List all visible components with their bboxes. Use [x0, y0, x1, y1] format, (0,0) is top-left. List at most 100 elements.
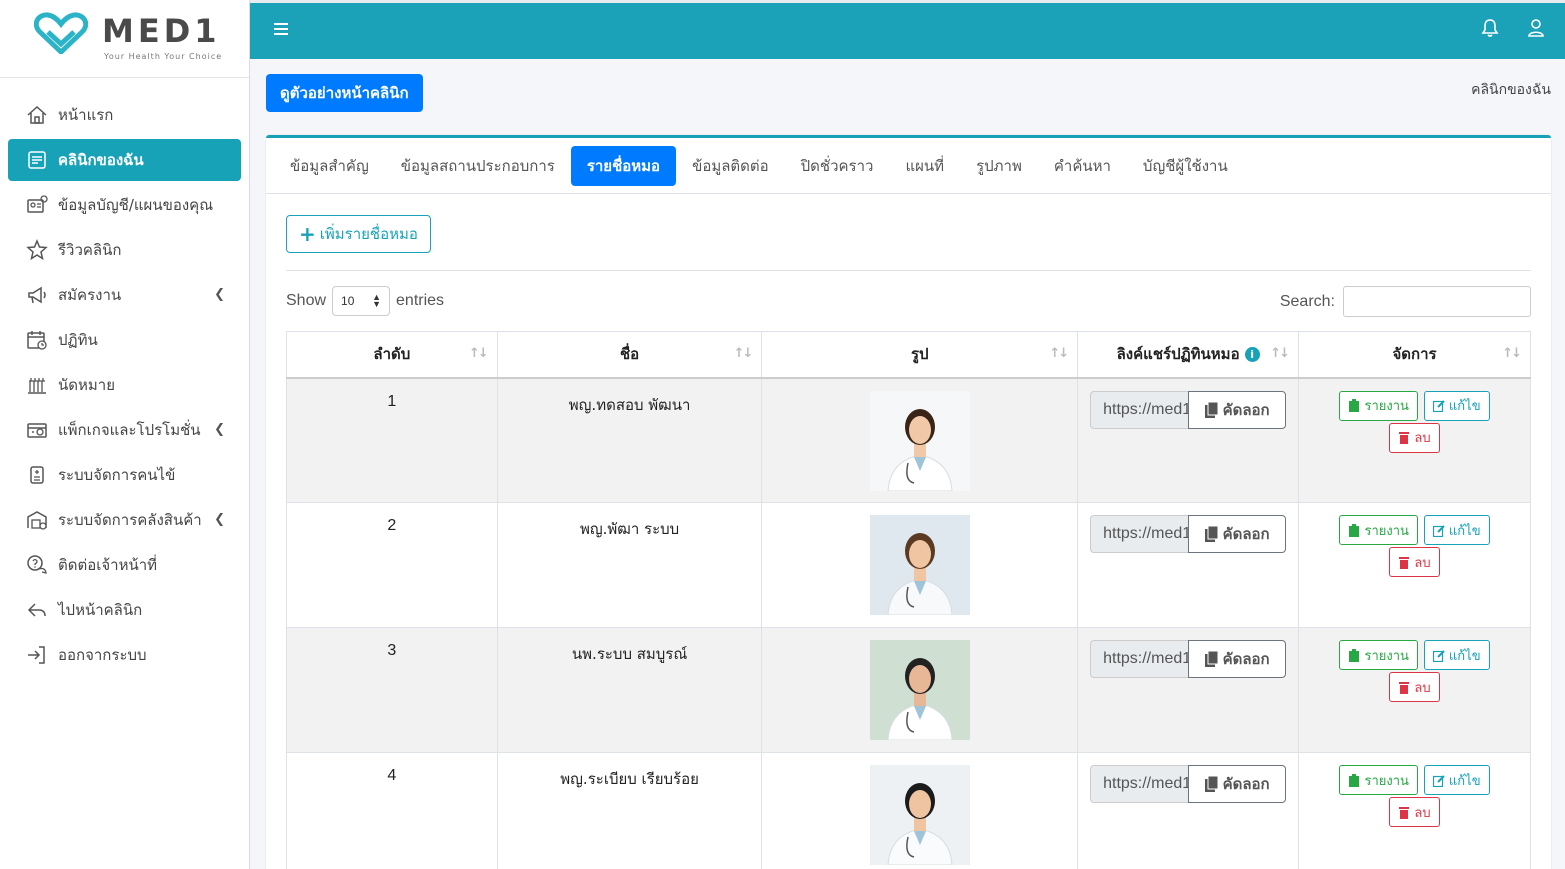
sort-icon: ↑↓ — [468, 346, 489, 361]
column-header-3[interactable]: ลิงค์แชร์ปฏิทินหมอ i ↑↓ — [1077, 331, 1300, 379]
sidebar-menu: หน้าแรกคลินิกของฉันข้อมูลบัญชี/แผนของคุณ… — [0, 78, 249, 676]
tab-0[interactable]: ข้อมูลสำคัญ — [274, 146, 385, 186]
sidebar-item-12[interactable]: ออกจากระบบ — [8, 634, 241, 676]
sidebar-item-3[interactable]: รีวิวคลินิก — [8, 229, 241, 271]
sort-icon: ↑↓ — [1049, 346, 1069, 361]
report-button[interactable]: รายงาน — [1339, 515, 1418, 545]
logo[interactable]: MED1 Your Health Your Choice — [0, 0, 249, 78]
edit-icon — [1432, 524, 1445, 537]
sidebar-item-9[interactable]: ระบบจัดการคลังสินค้า ❮ — [8, 499, 241, 541]
copy-button[interactable]: คัดลอก — [1188, 390, 1287, 429]
logout-icon — [24, 642, 50, 668]
package-icon — [24, 417, 50, 443]
copy-button[interactable]: คัดลอก — [1188, 640, 1287, 678]
photo-cell — [761, 752, 1079, 869]
column-header-0[interactable]: ลำดับ ↑↓ — [286, 331, 498, 379]
sidebar-item-label: นัดหมาย — [58, 376, 115, 394]
doctor-table: ลำดับ ↑↓ ชื่อ ↑↓ รูป ↑↓ ลิงค์แชร์ปฏิทินหมอ i ↑↓ จ… — [286, 331, 1531, 869]
share-link-field[interactable]: https://med1 — [1090, 765, 1189, 803]
delete-label: ลบ — [1414, 431, 1431, 446]
doctor-photo — [869, 640, 970, 740]
hamburger-menu-icon[interactable] — [272, 19, 292, 39]
tab-4[interactable]: ปิดชั่วคราว — [785, 146, 890, 186]
share-link-cell: https://med1 คัดลอก — [1077, 627, 1300, 753]
info-icon[interactable]: i — [1244, 347, 1260, 363]
edit-button[interactable]: แก้ไข — [1423, 515, 1490, 545]
actions-cell: รายงาน แก้ไขลบ — [1298, 502, 1531, 628]
entries-select[interactable]: 10 ▲ ▼ — [332, 286, 391, 316]
delete-label: ลบ — [1414, 555, 1431, 571]
clipboard-icon — [1349, 523, 1360, 537]
home-icon — [24, 102, 50, 128]
sidebar-item-7[interactable]: แพ็กเกจและโปรโมชั่น ❮ — [8, 409, 241, 451]
doctor-photo — [869, 390, 970, 491]
tab-7[interactable]: คำค้นหา — [1038, 146, 1127, 186]
sidebar-item-label: ปฏิทิน — [58, 331, 98, 349]
clinic-list-icon — [24, 147, 50, 173]
share-link-cell: https://med1 คัดลอก — [1077, 377, 1300, 503]
sidebar-item-4[interactable]: สมัครงาน ❮ — [8, 274, 241, 316]
delete-button[interactable]: ลบ — [1389, 547, 1440, 577]
heart-logo-icon — [34, 12, 88, 54]
table-row: 1 พญ.ทดสอบ พัฒนา https://med1 คัดลอก รายงาน แ… — [286, 377, 1531, 503]
copy-button[interactable]: คัดลอก — [1188, 515, 1287, 553]
tab-6[interactable]: รูปภาพ — [960, 146, 1038, 186]
delete-button[interactable]: ลบ — [1389, 797, 1440, 827]
copy-label: คัดลอก — [1222, 650, 1270, 668]
share-link-field[interactable]: https://med1 — [1090, 390, 1189, 429]
user-icon[interactable] — [1527, 18, 1545, 38]
share-link-group: https://med1 คัดลอก — [1090, 765, 1287, 803]
tab-3[interactable]: ข้อมูลติดต่อ — [676, 146, 785, 186]
report-button[interactable]: รายงาน — [1339, 390, 1418, 421]
sidebar-item-label: รีวิวคลินิก — [58, 241, 122, 259]
column-header-4[interactable]: จัดการ ↑↓ — [1298, 331, 1531, 379]
share-link-field[interactable]: https://med1 — [1090, 515, 1189, 553]
doctor-list-card: ข้อมูลสำคัญ ข้อมูลสถานประกอบการ รายชื่อหมอ… — [266, 135, 1551, 869]
sidebar-item-11[interactable]: ไปหน้าคลินิก — [8, 589, 241, 631]
tab-1[interactable]: ข้อมูลสถานประกอบการ — [385, 146, 571, 186]
add-doctor-button[interactable]: + เพิ่มรายชื่อหมอ — [286, 215, 431, 253]
entries-select-value: 10 — [341, 294, 355, 308]
bell-icon[interactable] — [1481, 18, 1499, 38]
column-header-1[interactable]: ชื่อ ↑↓ — [496, 331, 763, 379]
edit-button[interactable]: แก้ไข — [1423, 640, 1490, 670]
sidebar-item-5[interactable]: ปฏิทิน — [8, 319, 241, 361]
delete-button[interactable]: ลบ — [1389, 672, 1440, 702]
sidebar-item-10[interactable]: ติดต่อเจ้าหน้าที่ — [8, 544, 241, 586]
photo-cell — [761, 627, 1079, 753]
column-header-label: ลิงค์แชร์ปฏิทินหมอ — [1116, 345, 1240, 364]
add-doctor-label: เพิ่มรายชื่อหมอ — [319, 225, 418, 243]
edit-button[interactable]: แก้ไข — [1423, 765, 1490, 795]
actions-cell: รายงาน แก้ไข ลบ — [1298, 627, 1531, 753]
copy-button[interactable]: คัดลอก — [1188, 765, 1287, 803]
actions-cell: รายงาน แก้ไข ลบ — [1298, 752, 1531, 869]
sidebar-item-6[interactable]: นัดหมาย — [8, 364, 241, 406]
star-icon — [24, 237, 50, 263]
sidebar: MED1 Your Health Your Choice หน้าแรกคลิน… — [0, 0, 250, 869]
report-button[interactable]: รายงาน — [1339, 765, 1418, 795]
tab-5[interactable]: แผนที่ — [889, 146, 960, 186]
sidebar-item-label: หน้าแรก — [58, 106, 114, 124]
search-input[interactable] — [1343, 286, 1531, 317]
delete-button[interactable]: ลบ — [1389, 422, 1440, 453]
share-link-field[interactable]: https://med1 — [1090, 640, 1189, 678]
contact-icon — [24, 552, 50, 578]
sidebar-item-1[interactable]: คลินิกของฉัน — [8, 139, 241, 181]
report-button[interactable]: รายงาน — [1339, 640, 1418, 670]
breadcrumb: คลินิกของฉัน — [1471, 82, 1551, 98]
sidebar-item-2[interactable]: ข้อมูลบัญชี/แผนของคุณ — [8, 184, 241, 226]
edit-icon — [1432, 774, 1445, 787]
table-body: 1 พญ.ทดสอบ พัฒนา https://med1 คัดลอก รายงานแ… — [286, 377, 1531, 869]
sort-icon: ↑↓ — [1502, 346, 1522, 361]
doctor-name: พญ.ระเบียบ เรียบร้อย — [496, 752, 763, 869]
sidebar-item-label: ระบบจัดการคลังสินค้า — [58, 511, 202, 529]
sidebar-item-8[interactable]: ระบบจัดการคนไข้ — [8, 454, 241, 496]
tab-2[interactable]: รายชื่อหมอ — [570, 145, 677, 186]
tab-8[interactable]: บัญชีผู้ใช้งาน — [1127, 146, 1244, 186]
sidebar-item-0[interactable]: หน้าแรก — [8, 94, 241, 136]
sidebar-item-label: คลินิกของฉัน — [58, 151, 144, 169]
edit-button[interactable]: แก้ไข — [1423, 390, 1490, 421]
trash-icon — [1399, 556, 1410, 569]
preview-clinic-button[interactable]: ดูตัวอย่างหน้าคลินิก — [266, 74, 423, 112]
column-header-2[interactable]: รูป ↑↓ — [761, 331, 1079, 379]
